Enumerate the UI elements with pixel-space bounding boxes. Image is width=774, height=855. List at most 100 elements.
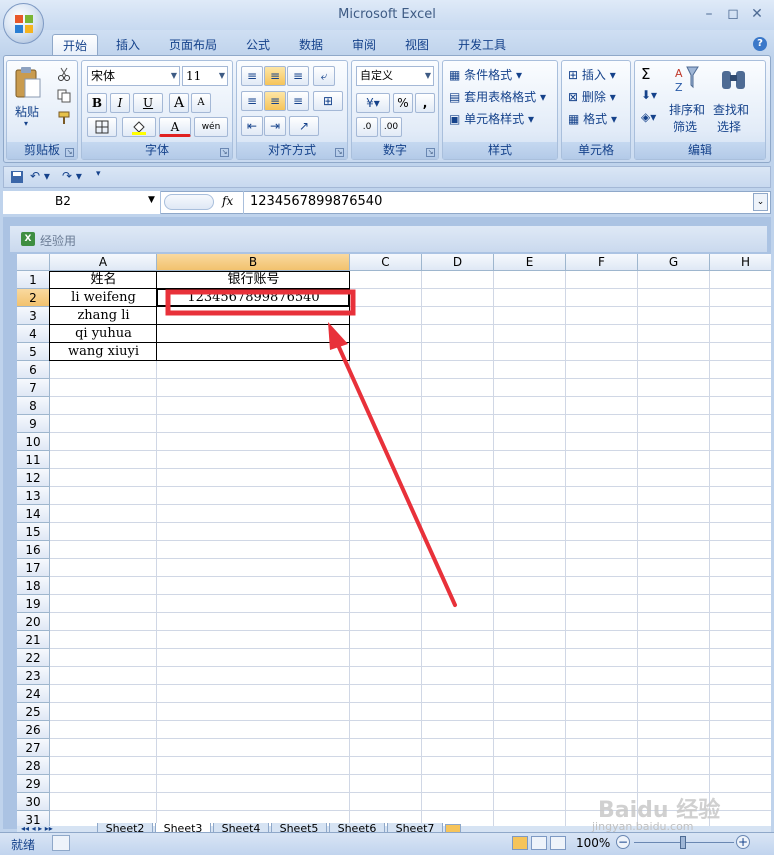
tab-formulas[interactable]: 公式 [244, 34, 272, 56]
clear-icon[interactable]: ◈▾ [641, 110, 656, 124]
row-header-20[interactable]: 20 [17, 613, 50, 631]
cell-a2[interactable]: li weifeng [50, 289, 157, 307]
zoom-in-button[interactable]: + [736, 835, 750, 849]
row-header-7[interactable]: 7 [17, 379, 50, 397]
binoculars-icon[interactable] [719, 65, 749, 95]
format-as-table-button[interactable]: ▤ 套用表格格式 ▾ [449, 88, 546, 105]
row-header-23[interactable]: 23 [17, 667, 50, 685]
align-bottom-icon[interactable]: ≡ [287, 66, 309, 86]
normal-view-icon[interactable] [512, 836, 528, 850]
find-select-label-2[interactable]: 选择 [717, 118, 741, 135]
insert-function-button[interactable]: fx [222, 194, 233, 208]
row-header-12[interactable]: 12 [17, 469, 50, 487]
spreadsheet-grid[interactable]: A B C D E F G H 1 2 3 4 5 6 7 8 9 10 11 12 13 14 15 16 17 18 19 20 2… [17, 254, 771, 826]
help-icon[interactable]: ? [753, 37, 767, 51]
macro-record-icon[interactable] [52, 835, 70, 851]
font-size-combo[interactable]: 11 ▼ [182, 66, 228, 86]
customize-qat-icon[interactable]: ▾ [96, 169, 101, 179]
formula-input[interactable]: 1234567899876540 [250, 194, 382, 209]
undo-icon[interactable]: ↶ ▾ [30, 169, 50, 183]
font-color-button[interactable]: A [159, 117, 191, 137]
percent-button[interactable]: % [393, 93, 413, 113]
paste-icon[interactable] [13, 65, 43, 101]
select-all-corner[interactable] [17, 254, 50, 271]
row-header-13[interactable]: 13 [17, 487, 50, 505]
name-box-dropdown-icon[interactable]: ▼ [148, 195, 155, 205]
row-header-16[interactable]: 16 [17, 541, 50, 559]
align-left-icon[interactable]: ≡ [241, 91, 263, 111]
row-header-2[interactable]: 2 [17, 289, 50, 307]
row-header-17[interactable]: 17 [17, 559, 50, 577]
row-header-28[interactable]: 28 [17, 757, 50, 775]
sort-filter-label-2[interactable]: 筛选 [673, 118, 697, 135]
cell-a3[interactable]: zhang li [50, 307, 157, 325]
decrease-decimal-icon[interactable]: .00 [380, 117, 402, 137]
tab-page-layout[interactable]: 页面布局 [167, 34, 219, 56]
autosum-button[interactable]: Σ [641, 65, 650, 83]
sort-filter-label[interactable]: 排序和 [669, 101, 705, 118]
align-middle-icon[interactable]: ≡ [264, 66, 286, 86]
row-header-3[interactable]: 3 [17, 307, 50, 325]
italic-button[interactable]: I [110, 93, 130, 113]
wrap-text-icon[interactable]: ⤶ [313, 66, 335, 86]
page-break-view-icon[interactable] [550, 836, 566, 850]
tab-view[interactable]: 视图 [403, 34, 431, 56]
alignment-launcher-icon[interactable]: ↘ [335, 148, 344, 157]
fill-color-button[interactable] [122, 117, 156, 137]
tab-review[interactable]: 审阅 [350, 34, 378, 56]
page-layout-view-icon[interactable] [531, 836, 547, 850]
row-header-10[interactable]: 10 [17, 433, 50, 451]
grow-font-button[interactable]: A [169, 93, 189, 113]
zoom-level[interactable]: 100% [576, 836, 610, 850]
paste-dropdown-icon[interactable]: ▾ [24, 119, 28, 128]
column-header-c[interactable]: C [350, 254, 422, 271]
row-header-29[interactable]: 29 [17, 775, 50, 793]
row-header-25[interactable]: 25 [17, 703, 50, 721]
format-cells-button[interactable]: ▦ 格式 ▾ [568, 110, 617, 127]
row-header-24[interactable]: 24 [17, 685, 50, 703]
copy-icon[interactable] [57, 89, 71, 106]
row-header-15[interactable]: 15 [17, 523, 50, 541]
row-header-27[interactable]: 27 [17, 739, 50, 757]
minimize-button[interactable]: – [698, 5, 720, 23]
tab-home[interactable]: 开始 [52, 34, 98, 56]
row-header-4[interactable]: 4 [17, 325, 50, 343]
format-painter-icon[interactable] [57, 111, 71, 128]
cut-icon[interactable] [57, 67, 71, 84]
column-header-h[interactable]: H [710, 254, 771, 271]
sort-filter-icon[interactable]: AZ [673, 65, 699, 95]
column-header-f[interactable]: F [566, 254, 638, 271]
number-format-combo[interactable]: 自定义 ▼ [356, 66, 434, 86]
decrease-indent-icon[interactable]: ⇤ [241, 116, 263, 136]
currency-icon[interactable]: ¥▾ [356, 93, 390, 113]
tab-insert[interactable]: 插入 [114, 34, 142, 56]
underline-button[interactable]: U [133, 93, 163, 113]
align-center-icon[interactable]: ≡ [264, 91, 286, 111]
cell-a5[interactable]: wang xiuyi [50, 343, 157, 361]
column-header-a[interactable]: A [50, 254, 157, 271]
zoom-slider-thumb[interactable] [680, 836, 686, 849]
cell-a1[interactable]: 姓名 [50, 271, 157, 289]
bold-button[interactable]: B [87, 93, 107, 113]
row-header-21[interactable]: 21 [17, 631, 50, 649]
find-select-label[interactable]: 查找和 [713, 101, 749, 118]
increase-decimal-icon[interactable]: .0 [356, 117, 378, 137]
orientation-icon[interactable]: ↗ [289, 116, 319, 136]
row-header-6[interactable]: 6 [17, 361, 50, 379]
tab-developer[interactable]: 开发工具 [456, 34, 508, 56]
column-header-b[interactable]: B [157, 254, 350, 271]
clipboard-launcher-icon[interactable]: ↘ [65, 148, 74, 157]
office-button[interactable] [3, 3, 44, 44]
restore-button[interactable]: ◻ [722, 5, 744, 23]
align-top-icon[interactable]: ≡ [241, 66, 263, 86]
row-header-14[interactable]: 14 [17, 505, 50, 523]
cell-a4[interactable]: qi yuhua [50, 325, 157, 343]
conditional-format-button[interactable]: ▦ 条件格式 ▾ [449, 66, 522, 83]
fill-down-icon[interactable]: ⬇▾ [641, 88, 657, 102]
shrink-font-button[interactable]: A [191, 93, 211, 113]
zoom-out-button[interactable]: − [616, 835, 630, 849]
redo-icon[interactable]: ↷ ▾ [62, 169, 82, 183]
insert-cells-button[interactable]: ⊞ 插入 ▾ [568, 66, 616, 83]
increase-indent-icon[interactable]: ⇥ [264, 116, 286, 136]
align-right-icon[interactable]: ≡ [287, 91, 309, 111]
